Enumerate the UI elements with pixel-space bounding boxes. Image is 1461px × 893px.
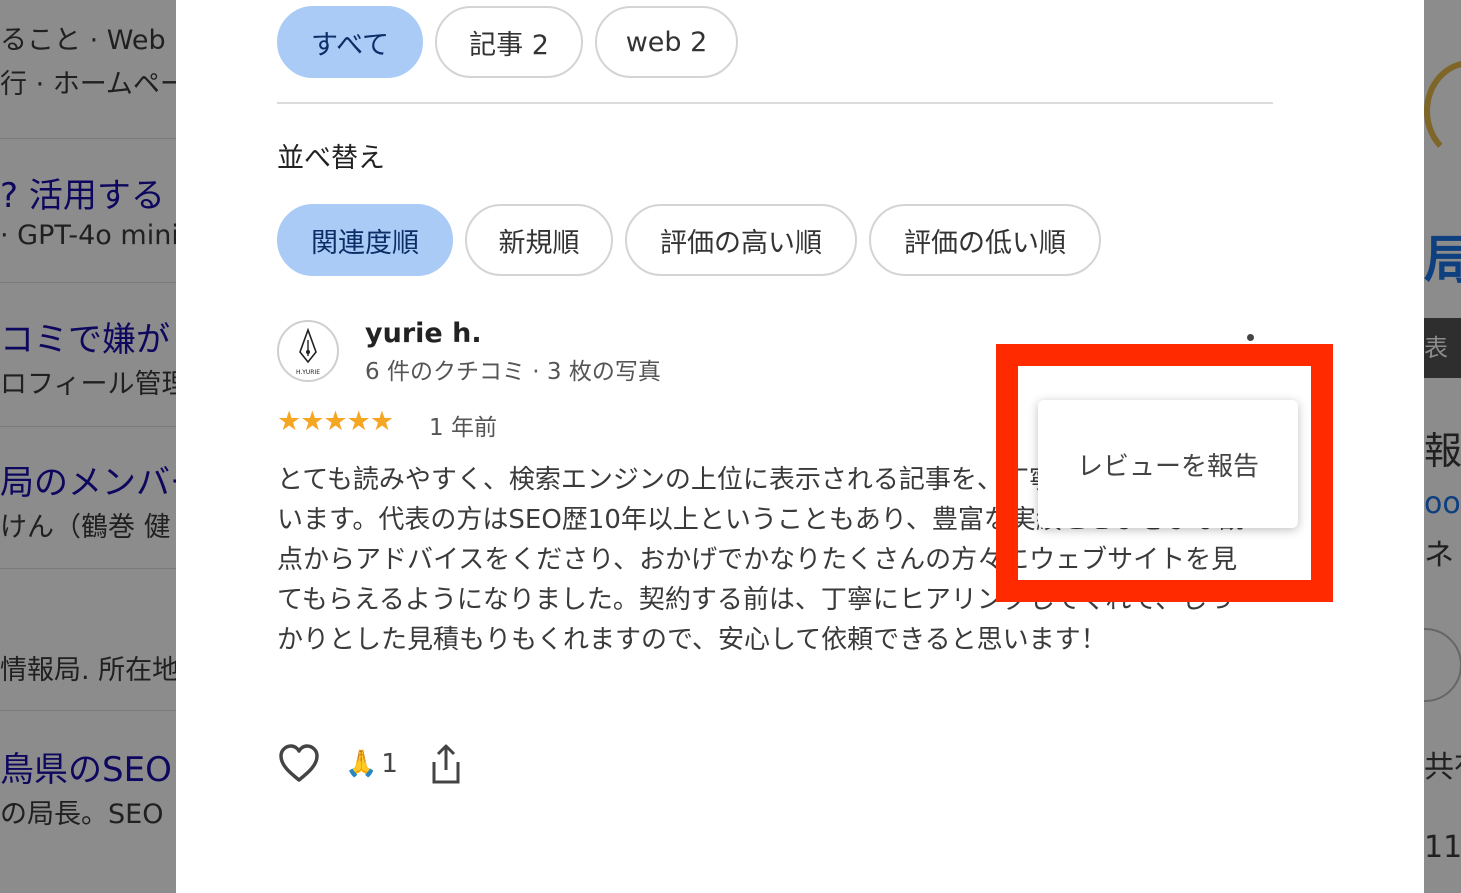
share-icon[interactable] <box>428 742 464 786</box>
bg-text: けん（鶴巻 健 <box>0 512 171 543</box>
svg-text:H.YURIE: H.YURIE <box>296 369 320 376</box>
bg-divider <box>0 282 176 283</box>
reaction-count: 1 <box>381 749 398 779</box>
bg-logo-ring <box>1424 60 1461 162</box>
reviewer-meta: 6 件のクチコミ · 3 枚の写真 <box>365 359 661 385</box>
bg-text: ること · Web <box>0 25 166 56</box>
bg-text: 行 · ホームペー <box>0 69 176 100</box>
sort-highest-chip[interactable]: 評価の高い順 <box>625 204 857 276</box>
review-options-menu: レビューを報告 <box>1038 400 1298 528</box>
bg-divider <box>0 568 176 569</box>
filter-articles-chip[interactable]: 記事 2 <box>435 6 583 78</box>
review-time: 1 年前 <box>429 415 497 441</box>
pen-nib-icon: H.YURIE <box>296 327 320 376</box>
background-page-left: ること · Web 行 · ホームペー ? 活用する · GPT-4o mini… <box>0 0 176 893</box>
bg-divider <box>0 138 176 139</box>
rating-stars: ★★★★★ <box>277 406 394 437</box>
more-options-icon[interactable] <box>1245 334 1255 374</box>
bg-text: 共有 <box>1424 750 1461 785</box>
sort-label: 並べ替え <box>277 143 385 174</box>
heart-icon[interactable] <box>277 742 321 786</box>
bg-circle-button[interactable] <box>1424 628 1461 702</box>
folded-hands-icon: 🙏 <box>345 749 378 779</box>
bg-link[interactable]: 鳥県のSEO <box>0 742 172 791</box>
bg-text: の局長。SEO <box>0 799 164 830</box>
reviewer-avatar[interactable]: H.YURIE <box>277 320 339 382</box>
reviewer-name[interactable]: yurie h. <box>365 318 482 349</box>
bg-text: 情報局. 所在地 <box>0 655 176 686</box>
bg-link[interactable]: oog <box>1424 486 1461 521</box>
bg-divider <box>0 710 176 711</box>
bg-heading-char: 局 <box>1424 231 1461 291</box>
bg-label: 表示 <box>1424 318 1461 422</box>
bg-link[interactable]: ? 活用する <box>0 168 165 217</box>
sort-relevance-chip[interactable]: 関連度順 <box>277 204 453 276</box>
bg-divider <box>0 426 176 427</box>
background-page-right: 局 表示 報 oog ネ 共有 111 <box>1424 0 1461 893</box>
filter-all-chip[interactable]: すべて <box>277 6 423 78</box>
reaction-button[interactable]: 🙏 1 <box>345 749 398 779</box>
divider <box>277 102 1273 104</box>
review-actions: 🙏 1 <box>277 742 464 786</box>
sort-newest-chip[interactable]: 新規順 <box>465 204 613 276</box>
bg-text: · GPT-4o mini <box>0 220 176 251</box>
bg-text: ネ <box>1424 538 1454 573</box>
bg-text: 111 <box>1424 830 1461 865</box>
filter-web-chip[interactable]: web 2 <box>595 6 738 78</box>
bg-text: 報 <box>1424 429 1461 473</box>
report-review-menu-item[interactable]: レビューを報告 <box>1077 446 1259 483</box>
bg-link[interactable]: 局のメンバー <box>0 455 176 504</box>
bg-text: ロフィール管理 <box>0 369 176 400</box>
sort-lowest-chip[interactable]: 評価の低い順 <box>869 204 1101 276</box>
bg-link[interactable]: コミで嫌がら <box>0 312 176 361</box>
